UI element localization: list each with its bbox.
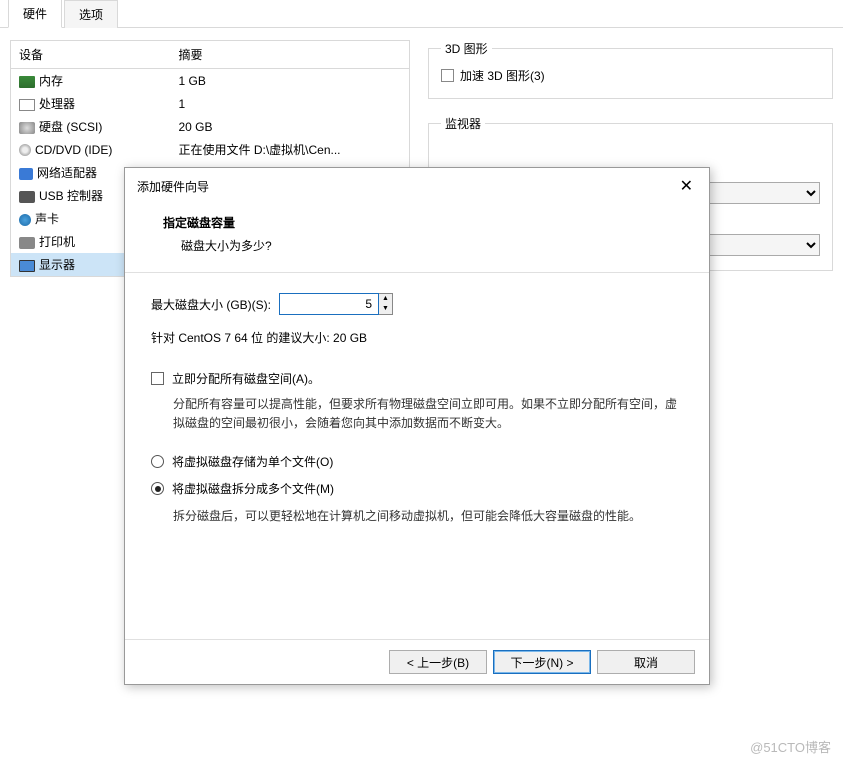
- max-size-spinner: ▲ ▼: [279, 293, 393, 315]
- device-name: CD/DVD (IDE): [35, 143, 112, 157]
- radio-single-file[interactable]: [151, 455, 164, 468]
- tabs-bar: 硬件 选项: [0, 0, 843, 28]
- add-hardware-wizard-dialog: 添加硬件向导 ✕ 指定磁盘容量 磁盘大小为多少? 最大磁盘大小 (GB)(S):…: [124, 167, 710, 685]
- device-summary: 20 GB: [171, 115, 410, 138]
- spin-down-icon[interactable]: ▼: [379, 304, 392, 314]
- dialog-subtext: 磁盘大小为多少?: [181, 237, 683, 254]
- tab-options[interactable]: 选项: [64, 0, 118, 28]
- back-button[interactable]: < 上一步(B): [389, 650, 487, 674]
- device-name: 处理器: [39, 97, 75, 111]
- device-name: 声卡: [35, 212, 59, 226]
- allocate-now-label: 立即分配所有磁盘空间(A)。: [172, 370, 320, 387]
- table-row[interactable]: 内存 1 GB: [11, 69, 410, 93]
- group-monitor-title: 监视器: [441, 115, 485, 132]
- hdd-icon: [19, 122, 35, 134]
- watermark: @51CTO博客: [750, 737, 831, 756]
- allocate-now-checkbox[interactable]: [151, 372, 164, 385]
- tab-hardware[interactable]: 硬件: [8, 0, 62, 28]
- mem-icon: [19, 76, 35, 88]
- device-header: 设备: [11, 41, 171, 69]
- accelerate-3d-checkbox[interactable]: [441, 69, 454, 82]
- radio-split-label: 将虚拟磁盘拆分成多个文件(M): [172, 480, 334, 497]
- device-name: 内存: [39, 74, 63, 88]
- next-button[interactable]: 下一步(N) >: [493, 650, 591, 674]
- close-icon[interactable]: ✕: [672, 174, 701, 198]
- dialog-footer: < 上一步(B) 下一步(N) > 取消: [125, 639, 709, 684]
- max-size-input[interactable]: [279, 293, 379, 315]
- dialog-separator: [125, 272, 709, 273]
- device-name: 网络适配器: [37, 166, 97, 180]
- max-size-label: 最大磁盘大小 (GB)(S):: [151, 296, 271, 313]
- allocate-desc: 分配所有容量可以提高性能，但要求所有物理磁盘空间立即可用。如果不立即分配所有空间…: [173, 395, 683, 433]
- table-row[interactable]: 硬盘 (SCSI) 20 GB: [11, 115, 410, 138]
- device-name: 硬盘 (SCSI): [39, 120, 102, 134]
- dialog-titlebar: 添加硬件向导 ✕: [125, 168, 709, 204]
- dialog-body: 指定磁盘容量 磁盘大小为多少? 最大磁盘大小 (GB)(S): ▲ ▼ 针对 C…: [125, 204, 709, 639]
- dvd-icon: [19, 144, 31, 156]
- table-row[interactable]: CD/DVD (IDE) 正在使用文件 D:\虚拟机\Cen...: [11, 138, 410, 161]
- usb-icon: [19, 191, 35, 203]
- recommend-text: 针对 CentOS 7 64 位 的建议大小: 20 GB: [151, 329, 683, 346]
- cancel-button[interactable]: 取消: [597, 650, 695, 674]
- group-3d: 3D 图形 加速 3D 图形(3): [428, 40, 833, 99]
- spin-up-icon[interactable]: ▲: [379, 294, 392, 304]
- device-summary: 1: [171, 92, 410, 115]
- cpu-icon: [19, 99, 35, 111]
- net-icon: [19, 168, 33, 180]
- accelerate-3d-label: 加速 3D 图形(3): [460, 67, 545, 84]
- dialog-heading: 指定磁盘容量: [163, 214, 683, 231]
- device-name: 打印机: [39, 235, 75, 249]
- radio-split-files[interactable]: [151, 482, 164, 495]
- summary-header: 摘要: [171, 41, 410, 69]
- dialog-title: 添加硬件向导: [137, 178, 209, 195]
- prn-icon: [19, 237, 35, 249]
- radio-single-label: 将虚拟磁盘存储为单个文件(O): [172, 453, 333, 470]
- disp-icon: [19, 260, 35, 272]
- device-summary: 1 GB: [171, 69, 410, 93]
- split-desc: 拆分磁盘后，可以更轻松地在计算机之间移动虚拟机，但可能会降低大容量磁盘的性能。: [173, 507, 683, 526]
- device-name: 显示器: [39, 258, 75, 272]
- max-size-row: 最大磁盘大小 (GB)(S): ▲ ▼: [151, 293, 683, 315]
- table-row[interactable]: 处理器 1: [11, 92, 410, 115]
- group-3d-title: 3D 图形: [441, 40, 492, 57]
- snd-icon: [19, 214, 31, 226]
- device-name: USB 控制器: [39, 189, 103, 203]
- device-summary: 正在使用文件 D:\虚拟机\Cen...: [171, 138, 410, 161]
